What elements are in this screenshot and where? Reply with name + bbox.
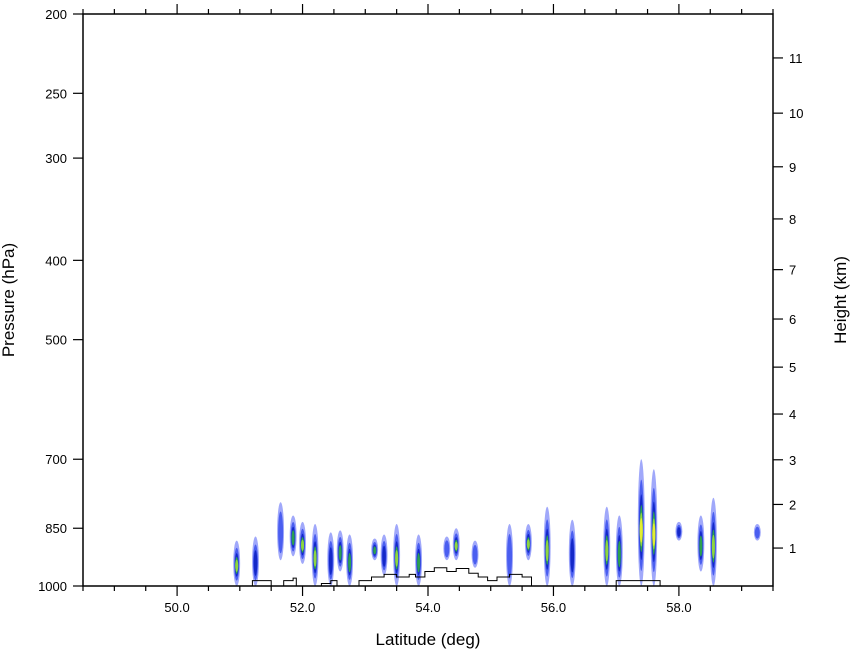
cloud-cell: [603, 506, 611, 586]
cloud-cell: [299, 521, 306, 565]
y2-tick-label: 11: [789, 51, 803, 66]
cloud-cell-level-3: [699, 535, 703, 557]
cloud-cell-level-4: [545, 540, 549, 562]
cloud-cell-level-3: [617, 540, 621, 568]
y2-tick-label: 9: [789, 160, 796, 175]
y2-tick-label: 6: [789, 312, 796, 327]
y-axis-height: 1 2 3 4 5 6 7 8 9 10 11: [773, 51, 803, 556]
cloud-cell-level-3: [338, 545, 342, 561]
cloud-cell: [452, 528, 460, 561]
cloud-cell: [371, 538, 379, 561]
cloud-cell-level-3: [373, 546, 377, 555]
cloud-cell: [615, 515, 623, 586]
y-tick-label: 400: [45, 253, 67, 268]
cloud-cell-level-4: [454, 541, 458, 551]
cloud-cell: [471, 540, 479, 568]
x-tick-label: 50.0: [164, 600, 189, 615]
y-tick-label: 200: [45, 7, 67, 22]
y-tick-label: 700: [45, 452, 67, 467]
cloud-cell: [311, 524, 319, 586]
y2-axis-title: Height (km): [831, 256, 850, 344]
cloud-cell-level-3: [348, 553, 352, 573]
cloud-cell: [753, 524, 761, 541]
cloud-cell: [524, 524, 532, 561]
x-axis-title: Latitude (deg): [376, 630, 481, 649]
cloud-cell-level-4: [605, 540, 609, 562]
cloud-cell-level-1: [278, 511, 284, 554]
x-axis: 50.0 52.0 54.0 56.0 58.0: [82, 4, 774, 615]
cloud-cell-level-1: [754, 526, 760, 539]
x-tick-label: 54.0: [415, 600, 440, 615]
cloud-cell-level-5: [639, 518, 643, 543]
cloud-cell: [650, 469, 658, 586]
cloud-cell: [327, 532, 335, 586]
y-tick-label: 1000: [38, 579, 67, 594]
cloud-cell-level-2: [382, 545, 386, 567]
cloud-cell: [568, 519, 576, 586]
cloud-cell-level-2: [328, 547, 333, 576]
cloud-cell-level-2: [253, 550, 258, 576]
cloud-cross-section-chart: 50.0 52.0 54.0 56.0 58.0 200 250 300 400 500 700 8…: [0, 4, 850, 649]
y-tick-label: 850: [45, 521, 67, 536]
y-tick-label: 300: [45, 151, 67, 166]
cloud-cell: [336, 530, 344, 572]
cloud-cell-level-3: [291, 530, 295, 546]
y2-tick-label: 5: [789, 360, 796, 375]
cloud-cell-level-5: [652, 523, 656, 546]
x-tick-label: 56.0: [541, 600, 566, 615]
cloud-cell-level-1: [472, 544, 478, 565]
cloud-cell-level-4: [526, 539, 530, 549]
cloud-field: [233, 459, 761, 586]
cloud-cell-level-4: [313, 550, 317, 567]
cloud-cell: [346, 534, 354, 586]
cloud-cell: [543, 506, 551, 586]
cloud-cell: [637, 459, 645, 586]
cloud-cell-level-4: [301, 539, 305, 551]
y2-tick-label: 1: [789, 541, 796, 556]
cloud-cell-level-2: [677, 527, 681, 537]
cloud-cell: [675, 521, 683, 541]
cloud-cell: [277, 502, 285, 561]
cloud-cell-level-2: [570, 538, 575, 573]
y2-tick-label: 4: [789, 407, 796, 422]
cloud-cell-level-4: [395, 550, 399, 567]
cloud-cell-level-4: [711, 534, 715, 559]
cloud-cell-level-3: [417, 553, 421, 573]
cloud-cell-level-1: [444, 540, 450, 558]
x-tick-label: 52.0: [290, 600, 315, 615]
cloud-cell-level-1: [507, 534, 513, 579]
y-axis-pressure: 200 250 300 400 500 700 850 1000: [38, 7, 83, 594]
y2-tick-label: 8: [789, 212, 796, 227]
cloud-cell: [709, 497, 717, 586]
cloud-cell: [233, 540, 241, 586]
cloud-cell: [289, 515, 297, 557]
plot-frame: [82, 13, 774, 587]
y-axis-title: Pressure (hPa): [0, 243, 18, 357]
cloud-cell: [380, 534, 388, 576]
y2-tick-label: 3: [789, 453, 796, 468]
y2-tick-label: 10: [789, 106, 803, 121]
x-tick-label: 58.0: [666, 600, 691, 615]
y2-tick-label: 2: [789, 497, 796, 512]
y-tick-label: 500: [45, 333, 67, 348]
cloud-cell: [252, 536, 259, 586]
cloud-cell: [415, 534, 423, 586]
cloud-cell-level-4: [235, 559, 239, 572]
y-tick-label: 250: [45, 86, 67, 101]
y2-tick-label: 7: [789, 263, 796, 278]
cloud-cell: [697, 515, 705, 572]
cloud-cell: [443, 536, 451, 561]
